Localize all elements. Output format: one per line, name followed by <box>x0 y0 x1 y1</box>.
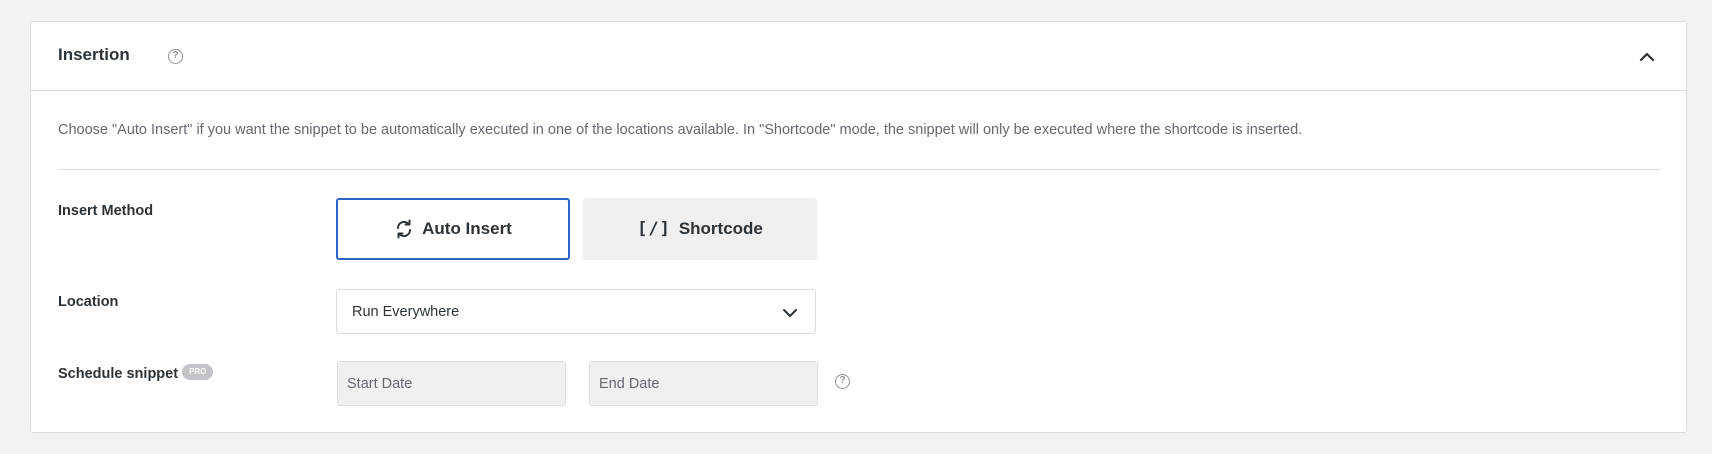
auto-insert-button[interactable]: Auto Insert <box>336 198 570 260</box>
pro-badge: PRO <box>182 364 214 380</box>
chevron-up-icon <box>1639 52 1655 62</box>
shortcode-icon: [/] <box>637 219 671 239</box>
question-circle-icon[interactable]: ? <box>168 49 183 64</box>
section-description: Choose "Auto Insert" if you want the sni… <box>58 122 1303 138</box>
schedule-snippet-label: Schedule snippet PRO <box>58 364 214 382</box>
divider <box>58 169 1660 170</box>
collapse-button[interactable] <box>1636 46 1658 68</box>
location-select[interactable]: Run Everywhere <box>336 289 816 334</box>
panel-title: Insertion <box>58 45 130 64</box>
insert-method-label: Insert Method <box>58 203 154 219</box>
question-circle-icon[interactable]: ? <box>835 374 850 389</box>
start-date-input[interactable] <box>337 361 566 406</box>
location-value: Run Everywhere <box>352 304 460 320</box>
panel-header[interactable]: Insertion ? <box>31 22 1686 91</box>
location-label: Location <box>58 294 119 310</box>
end-date-input[interactable] <box>589 361 818 406</box>
schedule-label-text: Schedule snippet <box>58 366 179 382</box>
auto-insert-label: Auto Insert <box>422 219 512 238</box>
shortcode-button[interactable]: [/] Shortcode <box>583 198 817 260</box>
refresh-icon <box>394 219 414 239</box>
shortcode-label: Shortcode <box>678 219 763 238</box>
insertion-panel: Insertion ? Choose "Auto Insert" if you … <box>30 21 1687 433</box>
chevron-down-icon <box>783 309 797 317</box>
